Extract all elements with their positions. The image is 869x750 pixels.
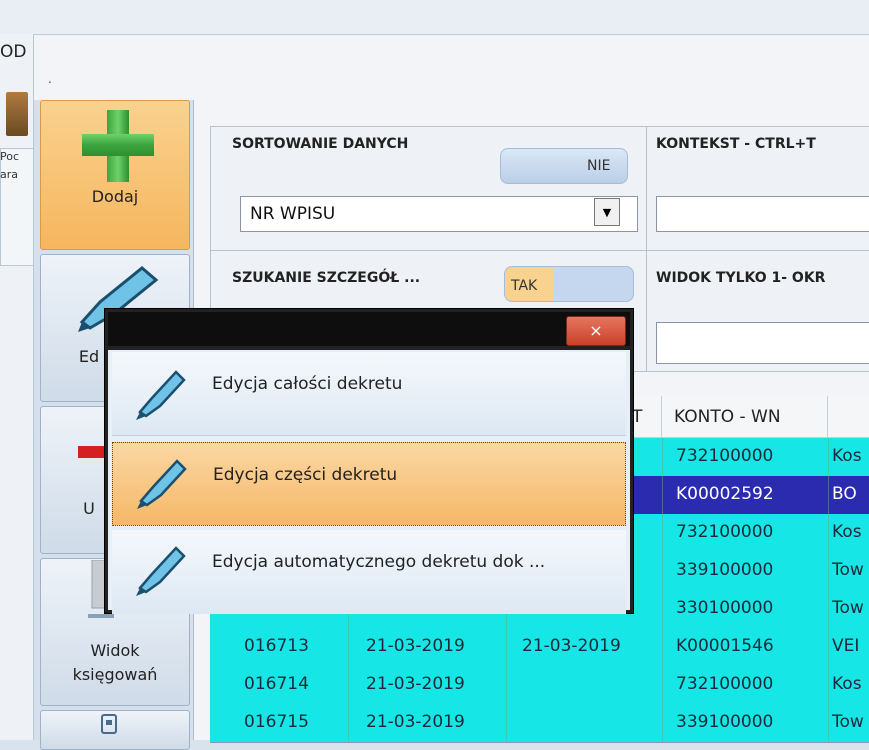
close-icon[interactable]: × [566,316,626,346]
menu-item-edit-part[interactable]: Edycja części dekretu [112,442,626,526]
menu-item-label: Edycja części dekretu [213,465,398,485]
context-title: KONTEKST - CTRL+T [656,136,816,152]
table-cell-konto: K00002592 [676,484,774,504]
column-separator [348,628,349,666]
sorting-toggle[interactable]: NIE [500,148,628,184]
column-separator [828,438,829,476]
column-separator [662,704,663,742]
column-separator [662,476,663,514]
sorting-toggle-label: NIE [587,158,611,174]
table-cell-desc: Tow [832,560,864,580]
column-separator [506,628,507,666]
table-header-konto-wn: KONTO - WN [662,396,828,438]
table-cell-desc: Tow [832,712,864,732]
column-separator [828,590,829,628]
table-row[interactable]: 016713 21-03-2019 21-03-2019 K00001546 VEI [210,628,869,667]
column-separator [828,552,829,590]
view-input[interactable] [656,322,869,364]
column-separator [662,552,663,590]
table-cell-konto: K00001546 [676,636,774,656]
document-icon [101,714,117,734]
table-cell-konto: 732100000 [676,522,774,542]
table-cell-konto: 330100000 [676,598,774,618]
view-title: WIDOK TYLKO 1- OKR [656,270,826,286]
menu-item-label: Edycja całości dekretu [212,374,403,394]
column-separator [828,476,829,514]
column-separator [662,438,663,476]
table-cell-nr: 016714 [244,674,309,694]
window-title: . [48,72,52,86]
sorting-title: SORTOWANIE DANYCH [232,136,409,152]
table-cell-nr: 016715 [244,712,309,732]
column-separator [506,666,507,704]
marker-icon [136,370,186,420]
table-row[interactable]: 016714 21-03-2019 732100000 Kos [210,666,869,705]
table-cell-desc: Kos [832,522,862,542]
search-toggle-label: TAK [511,278,538,294]
context-input[interactable] [656,196,869,232]
menu-item-edit-full[interactable]: Edycja całości dekretu [112,352,626,436]
column-separator [662,590,663,628]
table-cell-nr: 016713 [244,636,309,656]
column-separator [828,514,829,552]
column-separator [506,704,507,742]
folder-icon [6,92,28,136]
table-cell-date1: 21-03-2019 [366,636,465,656]
table-row[interactable]: 016715 21-03-2019 339100000 Tow [210,704,869,743]
panel-divider [210,250,869,251]
table-header-next [828,396,869,438]
ledger-view-label-2: księgowań [72,665,158,684]
column-separator [662,628,663,666]
table-cell-desc: Tow [832,598,864,618]
column-separator [662,514,663,552]
chevron-down-icon[interactable]: ▼ [594,198,620,226]
menu-item-edit-auto[interactable]: Edycja automatycznego dekretu dok ... [112,530,626,614]
add-button-label: Dodaj [91,187,139,206]
search-title: SZUKANIE SZCZEGÓŁ ... [232,270,421,286]
sort-select-value: NR WPISU [250,204,336,224]
behind-window-title: OD [0,42,27,62]
ledger-view-label-1: Widok [90,641,140,660]
popup-titlebar [108,312,630,346]
table-cell-konto: 339100000 [676,560,774,580]
marker-icon [136,546,186,596]
menu-item-label: Edycja automatycznego dekretu dok ... [212,552,546,572]
table-cell-konto: 732100000 [676,446,774,466]
behind-window [0,34,34,740]
table-cell-konto: 732100000 [676,674,774,694]
search-toggle[interactable]: TAK [504,266,634,302]
table-cell-date1: 21-03-2019 [366,674,465,694]
table-cell-desc: Kos [832,446,862,466]
table-cell-konto: 339100000 [676,712,774,732]
column-separator [828,666,829,704]
column-separator [828,628,829,666]
column-separator [348,704,349,742]
table-cell-desc: VEI [832,636,860,656]
next-toolbar-button[interactable] [40,710,190,750]
top-band [0,0,869,34]
plus-icon-bar [82,134,154,156]
table-cell-date2: 21-03-2019 [522,636,621,656]
table-cell-date1: 21-03-2019 [366,712,465,732]
column-separator [828,704,829,742]
marker-icon [137,459,187,509]
table-cell-desc: BO [832,484,857,504]
column-separator [662,666,663,704]
behind-window-label: Poc ara [0,150,20,181]
column-separator [348,666,349,704]
panel-divider [646,126,647,372]
table-cell-desc: Kos [832,674,862,694]
